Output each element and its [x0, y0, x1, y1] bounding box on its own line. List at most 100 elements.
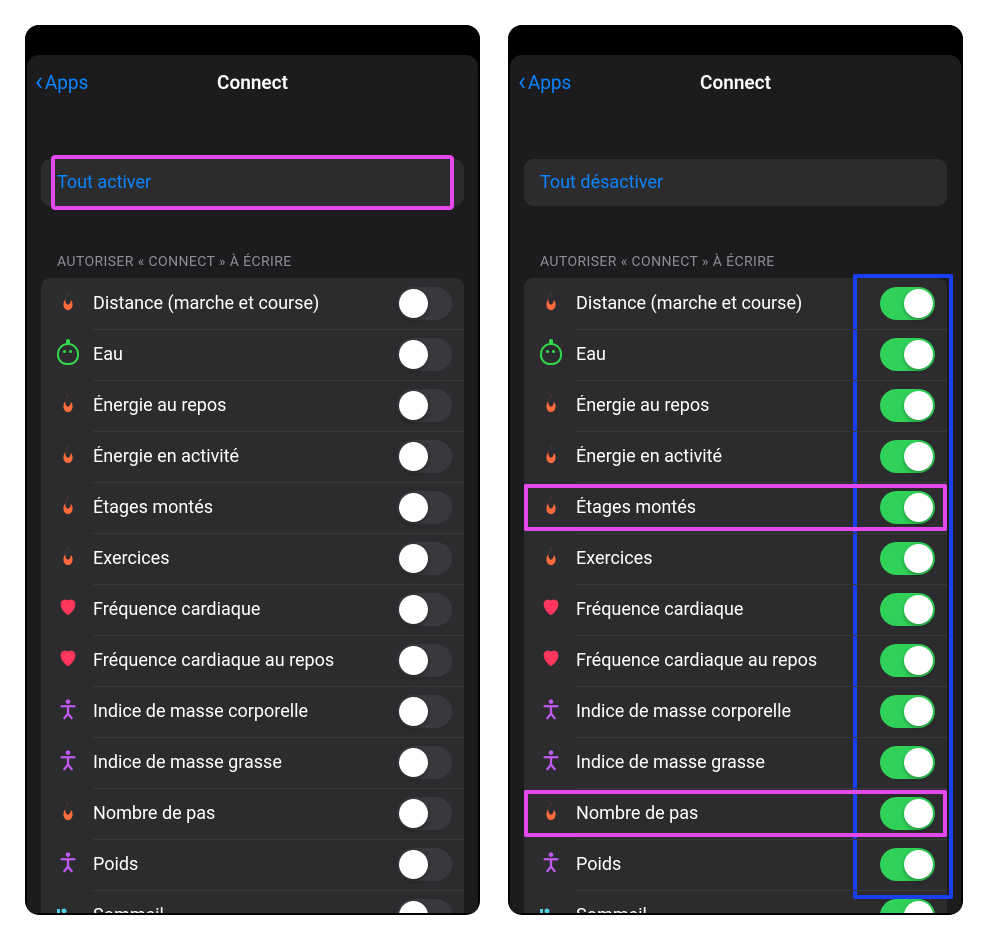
row-water: Eau [524, 329, 947, 380]
toggle-hr[interactable] [880, 593, 935, 626]
permissions-list: Distance (marche et course) Eau Énergie … [41, 278, 464, 913]
row-bmi: Indice de masse corporelle [41, 686, 464, 737]
row-label: Nombre de pas [576, 803, 880, 824]
row-label: Énergie au repos [93, 395, 397, 416]
row-label: Eau [93, 344, 397, 365]
toggle-active-energy[interactable] [397, 440, 452, 473]
flame-icon [53, 494, 83, 522]
disable-all-button[interactable]: Tout désactiver [524, 159, 947, 206]
row-sleep: Sommeil [524, 890, 947, 913]
status-spacer [25, 25, 480, 55]
toggle-steps[interactable] [397, 797, 452, 830]
flame-icon [53, 392, 83, 420]
row-steps: Nombre de pas [41, 788, 464, 839]
enable-all-button[interactable]: Tout activer [41, 159, 464, 206]
phone-left: ‹ Apps Connect Tout activer AUTORISER « … [25, 25, 480, 915]
flame-icon [536, 494, 566, 522]
flame-icon [536, 800, 566, 828]
toggle-fat[interactable] [880, 746, 935, 779]
toggle-sleep[interactable] [397, 899, 452, 913]
toggle-flights[interactable] [880, 491, 935, 524]
row-label: Indice de masse grasse [576, 752, 880, 773]
row-label: Nombre de pas [93, 803, 397, 824]
row-fat: Indice de masse grasse [524, 737, 947, 788]
food-icon [536, 341, 566, 369]
flame-icon [53, 800, 83, 828]
row-label: Indice de masse corporelle [93, 701, 397, 722]
body-icon [536, 698, 566, 726]
toggle-rest-energy[interactable] [397, 389, 452, 422]
row-label: Étages montés [576, 497, 880, 518]
body-icon [536, 851, 566, 879]
row-rest-hr: Fréquence cardiaque au repos [41, 635, 464, 686]
row-rest-hr: Fréquence cardiaque au repos [524, 635, 947, 686]
row-label: Exercices [93, 548, 397, 569]
back-label: Apps [45, 71, 89, 94]
toggle-fat[interactable] [397, 746, 452, 779]
flame-icon [536, 392, 566, 420]
toggle-rest-hr[interactable] [880, 644, 935, 677]
flame-icon [53, 545, 83, 573]
toggle-distance[interactable] [880, 287, 935, 320]
status-spacer [508, 25, 963, 55]
toggle-bmi[interactable] [397, 695, 452, 728]
sheet: ‹ Apps Connect Tout activer AUTORISER « … [27, 55, 478, 913]
toggle-distance[interactable] [397, 287, 452, 320]
row-label: Exercices [576, 548, 880, 569]
toggle-bmi[interactable] [880, 695, 935, 728]
row-bmi: Indice de masse corporelle [524, 686, 947, 737]
back-button[interactable]: ‹ Apps [518, 69, 571, 95]
bed-icon [53, 903, 83, 914]
row-label: Poids [93, 854, 397, 875]
row-label: Énergie au repos [576, 395, 880, 416]
row-label: Fréquence cardiaque [576, 599, 880, 620]
row-label: Distance (marche et course) [576, 293, 880, 314]
nav-bar: ‹ Apps Connect [27, 55, 478, 109]
toggle-water[interactable] [397, 338, 452, 371]
toggle-active-energy[interactable] [880, 440, 935, 473]
toggle-rest-hr[interactable] [397, 644, 452, 677]
row-label: Fréquence cardiaque [93, 599, 397, 620]
section-header: AUTORISER « CONNECT » À ÉCRIRE [41, 254, 464, 270]
toggle-hr[interactable] [397, 593, 452, 626]
toggle-sleep[interactable] [880, 899, 935, 913]
back-button[interactable]: ‹ Apps [35, 69, 88, 95]
toggle-exercise[interactable] [397, 542, 452, 575]
row-exercise: Exercices [524, 533, 947, 584]
flame-icon [53, 290, 83, 318]
row-hr: Fréquence cardiaque [524, 584, 947, 635]
body-icon [53, 851, 83, 879]
toggle-flights[interactable] [397, 491, 452, 524]
nav-bar: ‹ Apps Connect [510, 55, 961, 109]
row-label: Fréquence cardiaque au repos [576, 650, 880, 671]
row-weight: Poids [524, 839, 947, 890]
flame-icon [536, 545, 566, 573]
toggle-exercise[interactable] [880, 542, 935, 575]
row-label: Étages montés [93, 497, 397, 518]
toggle-water[interactable] [880, 338, 935, 371]
row-label: Fréquence cardiaque au repos [93, 650, 397, 671]
toggle-steps[interactable] [880, 797, 935, 830]
phone-right: ‹ Apps Connect Tout désactiver AUTORISER… [508, 25, 963, 915]
toggle-weight[interactable] [397, 848, 452, 881]
toggle-rest-energy[interactable] [880, 389, 935, 422]
row-label: Indice de masse corporelle [576, 701, 880, 722]
row-label: Énergie en activité [93, 446, 397, 467]
content: Tout désactiver AUTORISER « CONNECT » À … [510, 109, 961, 913]
toggle-weight[interactable] [880, 848, 935, 881]
row-label: Sommeil [576, 905, 880, 913]
sheet: ‹ Apps Connect Tout désactiver AUTORISER… [510, 55, 961, 913]
body-icon [53, 749, 83, 777]
section-header: AUTORISER « CONNECT » À ÉCRIRE [524, 254, 947, 270]
row-distance: Distance (marche et course) [41, 278, 464, 329]
chevron-left-icon: ‹ [518, 69, 526, 95]
row-hr: Fréquence cardiaque [41, 584, 464, 635]
row-steps: Nombre de pas [524, 788, 947, 839]
row-label: Sommeil [93, 905, 397, 913]
row-label: Eau [576, 344, 880, 365]
content: Tout activer AUTORISER « CONNECT » À ÉCR… [27, 109, 478, 913]
row-label: Indice de masse grasse [93, 752, 397, 773]
row-label: Distance (marche et course) [93, 293, 397, 314]
row-flights: Étages montés [41, 482, 464, 533]
row-rest-energy: Énergie au repos [524, 380, 947, 431]
